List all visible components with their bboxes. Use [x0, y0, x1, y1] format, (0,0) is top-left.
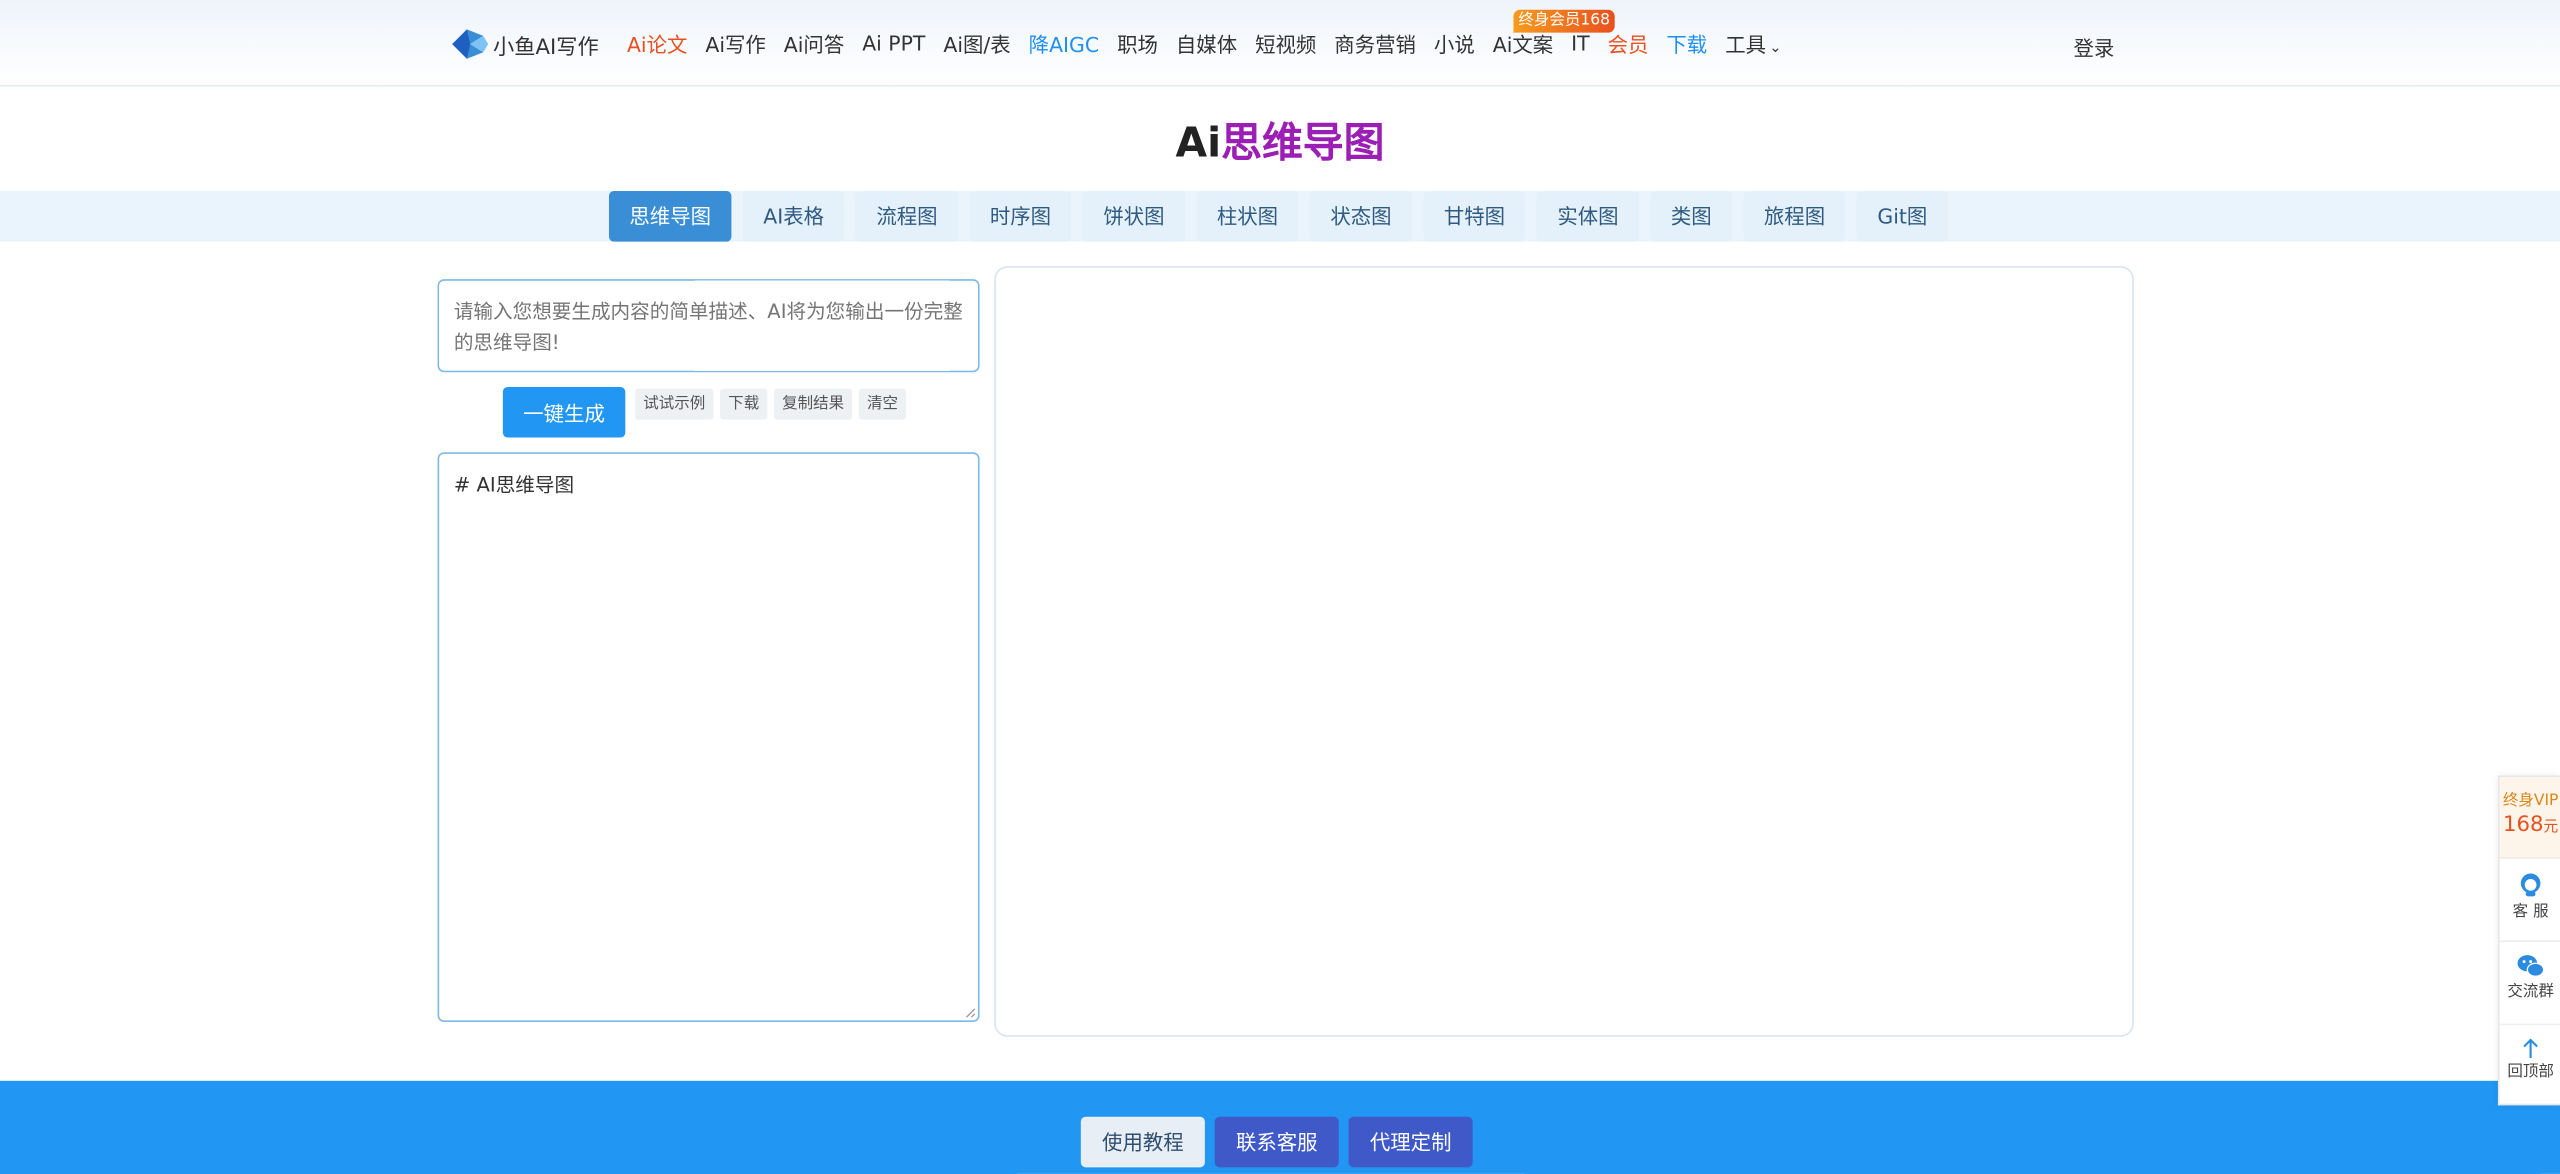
- nav-item-label: 降AIGC: [1028, 32, 1100, 58]
- logo-text: 小鱼AI写作: [493, 35, 599, 60]
- download-button[interactable]: 下载: [720, 388, 768, 420]
- fish-logo-icon: [452, 29, 489, 59]
- clear-button[interactable]: 清空: [858, 388, 907, 420]
- nav-item-13[interactable]: 会员: [1608, 28, 1649, 59]
- tab-1[interactable]: AI表格: [742, 191, 845, 242]
- floating-sidebar: 终身VIP 168元 客 服 交流群 回顶部: [2497, 775, 2560, 1108]
- nav-item-label: 会员: [1607, 32, 1649, 58]
- nav-item-8[interactable]: 短视频: [1255, 28, 1316, 59]
- wechat-icon: [2517, 955, 2545, 977]
- nav-item-label: Ai论文: [626, 32, 688, 58]
- tab-7[interactable]: 甘特图: [1423, 191, 1526, 242]
- markdown-editor[interactable]: # AI思维导图: [437, 452, 980, 1023]
- arrow-up-icon: [2523, 1038, 2538, 1058]
- tab-0[interactable]: 思维导图: [608, 191, 732, 242]
- side-back-to-top-label: 回顶部: [2507, 1062, 2554, 1081]
- nav-item-label: Ai文案: [1492, 32, 1554, 58]
- prompt-input[interactable]: [437, 279, 980, 373]
- nav-item-label: Ai写作: [705, 32, 766, 58]
- vip-promo-badge: 终身会员168: [1513, 9, 1615, 33]
- mindmap-preview[interactable]: [994, 266, 2134, 1037]
- tab-5[interactable]: 柱状图: [1196, 191, 1299, 242]
- login-link[interactable]: 登录: [2073, 31, 2114, 62]
- tab-10[interactable]: 旅程图: [1743, 191, 1846, 242]
- nav-item-15[interactable]: 工具 ⌄: [1725, 28, 1781, 59]
- tab-2[interactable]: 流程图: [855, 191, 959, 242]
- nav-item-label: 工具: [1725, 32, 1767, 58]
- nav-item-label: 商务营销: [1334, 32, 1416, 58]
- footer-buttons: 使用教程 联系客服 代理定制: [1080, 1116, 1483, 1168]
- nav-item-4[interactable]: Ai图/表: [943, 28, 1010, 59]
- nav-item-9[interactable]: 商务营销: [1334, 28, 1416, 59]
- resize-handle-icon[interactable]: [963, 1006, 976, 1019]
- page-title-main: 思维导图: [1221, 119, 1385, 167]
- nav-item-12[interactable]: IT: [1571, 31, 1589, 55]
- side-group-chat[interactable]: 交流群: [2499, 942, 2560, 1026]
- side-vip-promo[interactable]: 终身VIP 168元: [2499, 777, 2560, 859]
- nav-item-label: 小说: [1433, 32, 1475, 58]
- page-title-prefix: Ai: [1175, 119, 1222, 167]
- contact-service-button[interactable]: 联系客服: [1214, 1116, 1339, 1168]
- nav-item-14[interactable]: 下载: [1666, 28, 1707, 59]
- nav-item-5[interactable]: 降AIGC: [1029, 28, 1099, 59]
- nav-item-10[interactable]: 小说: [1434, 28, 1475, 59]
- side-customer-service[interactable]: 客 服: [2499, 859, 2560, 943]
- chevron-down-icon: ⌄: [1769, 40, 1782, 58]
- logo[interactable]: 小鱼AI写作: [447, 23, 599, 65]
- agent-custom-button[interactable]: 代理定制: [1348, 1116, 1473, 1168]
- nav-item-label: 职场: [1117, 32, 1158, 58]
- nav-item-1[interactable]: Ai写作: [705, 28, 765, 59]
- nav-item-0[interactable]: Ai论文: [627, 28, 687, 59]
- side-group-chat-label: 交流群: [2507, 982, 2554, 1001]
- top-header: 小鱼AI写作 Ai论文 Ai写作 Ai问答 Ai PPT Ai图/表 降AIGC 职场 自媒体…: [0, 0, 2560, 87]
- tab-4[interactable]: 饼状图: [1082, 191, 1185, 242]
- nav-item-label: 短视频: [1255, 32, 1317, 58]
- action-bar: 一键生成 试试示例 下载 复制结果 清空: [502, 386, 913, 438]
- tab-9[interactable]: 类图: [1650, 191, 1733, 242]
- page: 小鱼AI写作 Ai论文 Ai写作 Ai问答 Ai PPT Ai图/表 降AIGC 职场 自媒体…: [0, 0, 2560, 1174]
- nav-item-7[interactable]: 自媒体: [1176, 28, 1237, 59]
- tab-3[interactable]: 时序图: [969, 191, 1072, 242]
- copy-result-button[interactable]: 复制结果: [773, 388, 853, 420]
- nav-item-label: Ai PPT: [862, 31, 926, 56]
- customer-service-icon: [2520, 873, 2541, 897]
- nav-item-2[interactable]: Ai问答: [784, 28, 844, 59]
- side-vip-label: 终身VIP: [2502, 791, 2559, 810]
- side-vip-price: 168: [2502, 813, 2544, 838]
- nav-item-6[interactable]: 职场: [1117, 28, 1158, 59]
- tab-8[interactable]: 实体图: [1536, 191, 1639, 242]
- side-vip-unit: 元: [2543, 819, 2559, 836]
- side-back-to-top[interactable]: 回顶部: [2500, 1025, 2560, 1108]
- try-example-button[interactable]: 试试示例: [635, 388, 714, 420]
- tab-11[interactable]: Git图: [1856, 191, 1948, 242]
- editor-content: # AI思维导图: [453, 473, 575, 497]
- page-title: Ai思维导图: [0, 111, 2560, 170]
- side-customer-service-label: 客 服: [2512, 902, 2549, 921]
- tab-6[interactable]: 状态图: [1309, 191, 1412, 242]
- nav-item-label: Ai问答: [783, 32, 845, 58]
- chart-type-tabs: 思维导图 AI表格 流程图 时序图 饼状图 柱状图 状态图 甘特图 实体图 类图 旅程图 Git图: [608, 191, 1959, 242]
- nav-item-3[interactable]: Ai PPT: [862, 31, 925, 55]
- nav-item-label: 下载: [1666, 32, 1708, 58]
- nav-item-label: IT: [1571, 31, 1590, 56]
- generate-button[interactable]: 一键生成: [502, 386, 626, 438]
- nav-item-label: 自媒体: [1175, 32, 1238, 58]
- nav-item-label: Ai图/表: [943, 32, 1011, 58]
- tutorial-button[interactable]: 使用教程: [1080, 1116, 1205, 1168]
- main-nav: Ai论文 Ai写作 Ai问答 Ai PPT Ai图/表 降AIGC 职场 自媒体 短视频 商务营销…: [627, 0, 1800, 87]
